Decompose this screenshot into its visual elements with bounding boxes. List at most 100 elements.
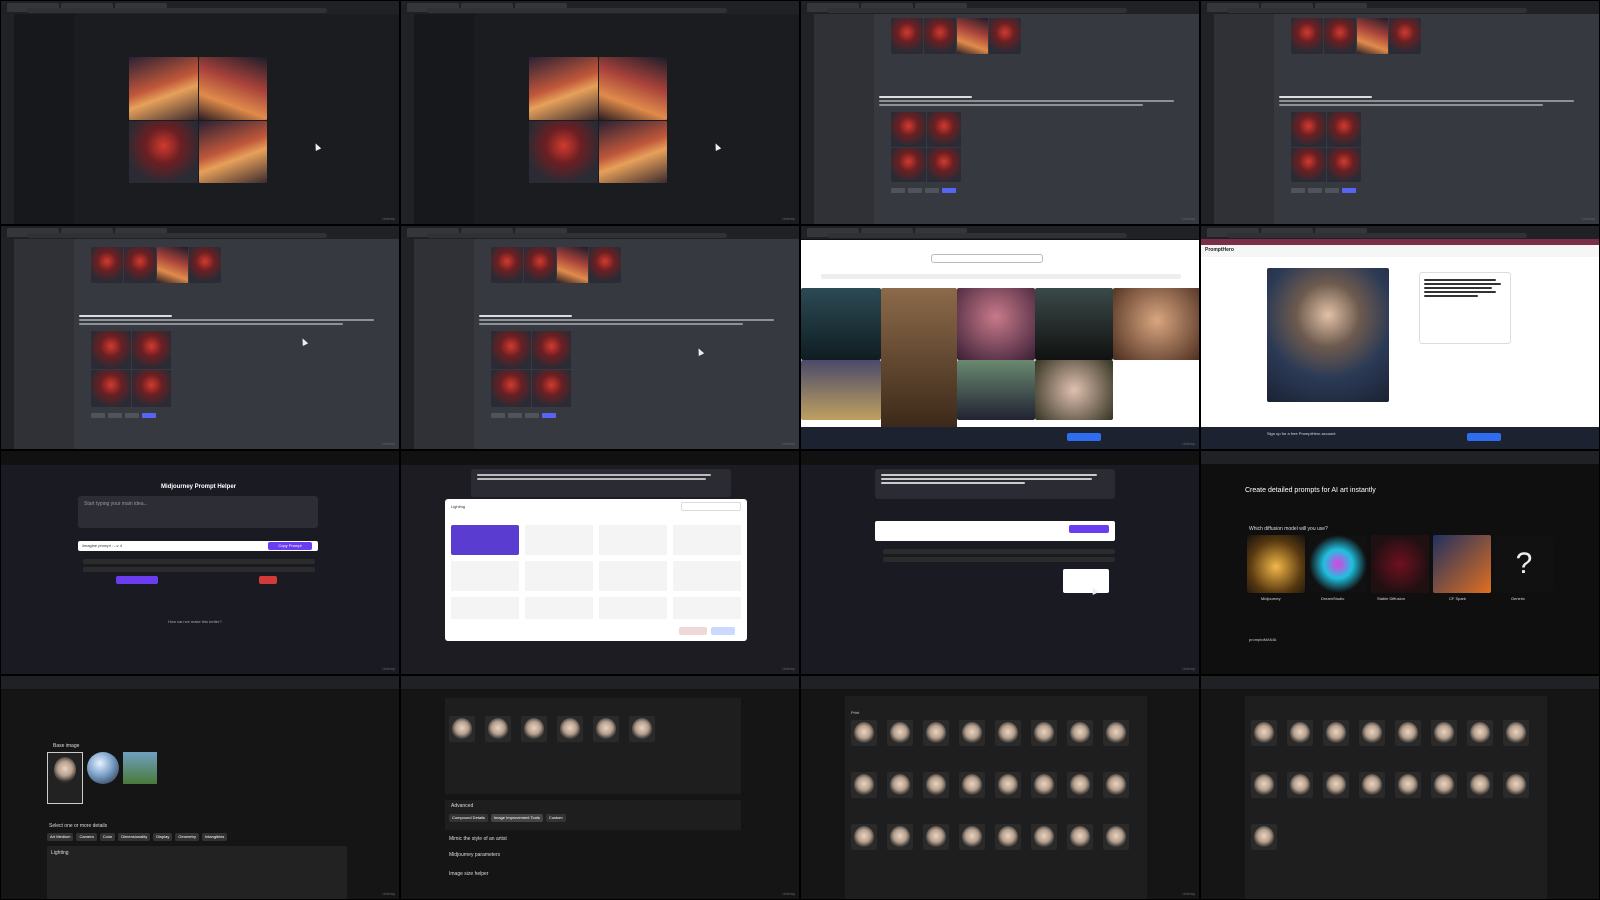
gallery-image[interactable] (1113, 288, 1199, 360)
section-label: Print (851, 710, 860, 715)
category-button[interactable]: Art Medium (47, 833, 74, 841)
watermark: Udemy (782, 891, 795, 896)
model-label: Stable Diffusion (1377, 596, 1405, 601)
browser-chrome (1, 1, 399, 15)
tile-prompthero-search: Udemy (800, 225, 1200, 450)
category-button[interactable]: Display (153, 833, 173, 841)
tile-prompt-helper-filled: Udemy (800, 450, 1200, 675)
model-card-dreamstudio[interactable] (1309, 535, 1367, 593)
tile-builder-print-grid: Print Udemy (800, 675, 1200, 900)
watermark: Udemy (782, 216, 795, 221)
page-title: Midjourney Prompt Helper (161, 484, 237, 490)
lighting-label: Lighting (51, 850, 69, 856)
brand-label: promptoMANIA (1249, 637, 1277, 642)
category-button[interactable]: Dimensionality (118, 833, 151, 841)
gallery-image[interactable] (957, 288, 1035, 360)
signup-banner: Sign up for a free PromptHero account (1201, 427, 1599, 449)
dialog-search-input[interactable] (681, 502, 741, 511)
gallery-image[interactable] (1035, 360, 1113, 420)
base-image-face[interactable] (47, 752, 83, 804)
watermark: Udemy (1182, 216, 1195, 221)
lighting-dialog: Lighting (445, 499, 747, 641)
tab-custom[interactable]: Custom (545, 814, 566, 822)
model-card-midjourney[interactable] (1247, 535, 1305, 593)
model-label: CF Spark (1449, 596, 1466, 601)
image-size-toggle[interactable]: Image size helper (449, 871, 488, 877)
base-image-sphere[interactable] (87, 752, 119, 784)
prompt-output (875, 521, 1115, 541)
artist-button[interactable] (116, 576, 158, 584)
watermark: Udemy (1582, 216, 1595, 221)
model-card-stable-diffusion[interactable] (1371, 535, 1429, 593)
signup-text: Sign up for a free PromptHero account (1267, 431, 1336, 436)
category-button[interactable]: Geometry (175, 833, 199, 841)
idea-input[interactable] (875, 469, 1115, 499)
search-input[interactable] (931, 254, 1043, 263)
signup-button[interactable] (1067, 433, 1101, 441)
image-preview[interactable] (529, 57, 667, 183)
watermark: Udemy (382, 891, 395, 896)
model-label: DreamStudio (1321, 596, 1345, 601)
gallery-image[interactable] (881, 288, 957, 432)
tile-builder-advanced: Advanced Compound Details Image Improvem… (400, 675, 800, 900)
dropdown-menu[interactable] (1063, 569, 1109, 593)
watermark: Udemy (1182, 666, 1195, 671)
tile-discord-chat-1: Udemy (800, 0, 1200, 225)
clear-all-button[interactable] (259, 576, 277, 584)
signup-button[interactable] (1467, 433, 1501, 441)
copy-prompt-button[interactable] (1069, 525, 1109, 533)
model-card-cf-spark[interactable] (1433, 535, 1491, 593)
watermark: Udemy (382, 441, 395, 446)
tile-lighting-dialog: Lighting Udemy (400, 450, 800, 675)
featured-image[interactable] (1267, 268, 1389, 402)
watermark: Udemy (782, 666, 795, 671)
details-label: Select one or more details (49, 823, 108, 829)
base-image-label: Base image (53, 743, 80, 749)
gallery-image[interactable] (801, 360, 881, 420)
copy-prompt-button[interactable]: Copy Prompt (268, 542, 312, 550)
model-label: Generic (1511, 596, 1526, 601)
lighting-option-selected[interactable] (451, 525, 519, 555)
watermark: Udemy (1182, 441, 1195, 446)
idea-input[interactable]: Start typing your main idea... (84, 501, 148, 507)
mimic-artist-toggle[interactable]: Mimic the style of an artist (449, 836, 507, 842)
category-button[interactable]: Camera (76, 833, 97, 841)
watermark: Udemy (782, 441, 795, 446)
prompt-output: /imagine prompt : --v 4 (82, 543, 123, 548)
screen-grid: Udemy Udemy Udemy Udemy Udemy Udemy Udem… (0, 0, 1600, 900)
mj-params-toggle[interactable]: Midjourney parameters (449, 852, 500, 858)
tile-discord-chat-4: Udemy (400, 225, 800, 450)
tile-discord-preview-1: Udemy (0, 0, 400, 225)
tile-builder-face-grid (1200, 675, 1600, 900)
tile-promptomania: Create detailed prompts for AI art insta… (1200, 450, 1600, 675)
tile-prompthero-detail: PromptHero Sign up for a free PromptHero… (1200, 225, 1600, 450)
tab-compound-details[interactable]: Compound Details (449, 814, 488, 822)
model-label: Midjourney (1261, 596, 1281, 601)
watermark: Udemy (382, 216, 395, 221)
category-button[interactable]: Intangibles (201, 833, 228, 841)
page-heading: Create detailed prompts for AI art insta… (1245, 487, 1376, 494)
model-card-generic[interactable]: ? (1495, 535, 1553, 593)
model-question: Which diffusion model will you use? (1249, 526, 1328, 532)
signup-banner (801, 427, 1199, 449)
tile-discord-chat-2: Udemy (1200, 0, 1600, 225)
feedback-question: How can we make this better? (168, 619, 222, 624)
tile-discord-chat-3: Udemy (0, 225, 400, 450)
base-image-landscape[interactable] (123, 752, 157, 784)
clear-close-button[interactable] (679, 627, 707, 635)
tile-prompt-helper: Midjourney Prompt Helper Start typing yo… (0, 450, 400, 675)
gallery-image[interactable] (801, 288, 881, 360)
tab-image-improvement[interactable]: Image Improvement Tools (490, 814, 543, 822)
dialog-title: Lighting (451, 504, 466, 509)
gallery-image[interactable] (1035, 288, 1113, 360)
category-button[interactable]: Color (99, 833, 116, 841)
tile-discord-preview-2: Udemy (400, 0, 800, 225)
advanced-label: Advanced (451, 803, 474, 809)
watermark: Udemy (382, 666, 395, 671)
watermark: Udemy (1182, 891, 1195, 896)
site-logo[interactable]: PromptHero (1205, 247, 1234, 253)
image-preview[interactable] (129, 57, 267, 183)
tile-builder-base-image: Base image Select one or more details Ar… (0, 675, 400, 900)
gallery-image[interactable] (957, 360, 1035, 420)
done-button[interactable] (711, 627, 735, 635)
